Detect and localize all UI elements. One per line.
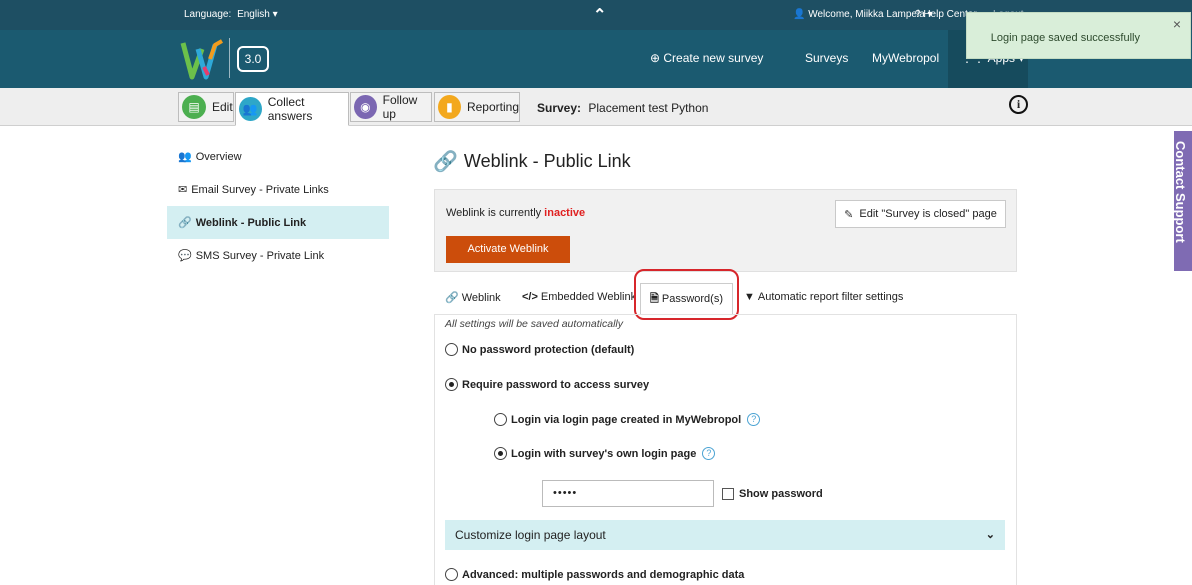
advanced-radio[interactable] xyxy=(445,568,458,581)
advanced-label: Advanced: multiple passwords and demogra… xyxy=(462,568,745,581)
survey-label: Survey: xyxy=(537,101,582,115)
contact-support-label: Contact Support xyxy=(1174,141,1188,243)
collapse-header-icon[interactable]: ⌃ xyxy=(593,5,606,25)
survey-name-display: Survey: Placement test Python xyxy=(537,101,708,115)
sidebar-item-email-survey[interactable]: ✉ Email Survey - Private Links xyxy=(167,173,389,206)
toast-close-icon[interactable]: × xyxy=(1173,16,1181,32)
password-input[interactable]: ••••• xyxy=(542,480,714,507)
login-own-page-label: Login with survey's own login page xyxy=(511,447,697,460)
tab-auto-label: Automatic report filter settings xyxy=(757,291,904,303)
version-badge: 3.0 xyxy=(237,46,269,72)
login-mywebropol-radio[interactable] xyxy=(494,413,507,426)
weblink-status-box: Weblink is currently inactive Activate We… xyxy=(434,189,1017,272)
collect-answers-icon: 👥 xyxy=(239,97,262,121)
edit-closed-page-button[interactable]: ✎ Edit "Survey is closed" page xyxy=(835,200,1006,228)
toast-message: Login page saved successfully xyxy=(990,32,1140,44)
chevron-down-icon: ⌄ xyxy=(985,529,995,541)
webropol-logo-icon[interactable] xyxy=(180,37,226,81)
users-icon: 👥 xyxy=(178,151,192,163)
page-title: 🔗 Weblink - Public Link xyxy=(433,149,631,174)
customize-label: Customize login page layout xyxy=(455,528,606,542)
sidebar-item-label: Overview xyxy=(195,150,242,163)
login-own-page-option[interactable]: Login with survey's own login page ? xyxy=(494,447,716,460)
contact-support-tab[interactable]: Contact Support xyxy=(1174,131,1192,271)
sidebar-item-sms-survey[interactable]: 💬 SMS Survey - Private Link xyxy=(167,239,389,272)
sidebar-item-label: Email Survey - Private Links xyxy=(191,183,329,196)
help-icon[interactable]: ? xyxy=(702,447,716,460)
reporting-tab-label: Reporting xyxy=(466,100,519,114)
edit-icon: ▤ xyxy=(182,95,206,119)
show-password-toggle[interactable]: Show password xyxy=(722,488,823,500)
bar-chart-icon: ▮ xyxy=(438,95,461,119)
edit-closed-page-label: Edit "Survey is closed" page xyxy=(859,208,997,220)
show-password-label: Show password xyxy=(739,488,823,500)
login-mywebropol-label: Login via login page created in MyWebrop… xyxy=(511,413,742,426)
autosave-note: All settings will be saved automatically xyxy=(445,318,623,330)
login-own-page-radio[interactable] xyxy=(494,447,507,460)
chat-bubble-icon: 💬 xyxy=(178,250,192,262)
mywebropol-link[interactable]: MyWebropol xyxy=(872,51,939,65)
reporting-tab[interactable]: ▮ Reporting xyxy=(434,92,520,122)
envelope-icon: ✉ xyxy=(178,184,188,196)
highlight-annotation xyxy=(634,269,739,320)
eye-icon: ◉ xyxy=(354,95,377,119)
require-password-label: Require password to access survey xyxy=(462,378,650,391)
no-password-label: No password protection (default) xyxy=(462,343,635,356)
create-new-survey-link[interactable]: ⊕ Create new survey xyxy=(650,51,763,65)
collect-answers-tab-label: Collect answers xyxy=(267,95,313,123)
collect-answers-tab[interactable]: 👥 Collect answers xyxy=(235,92,349,126)
no-password-radio[interactable] xyxy=(445,343,458,356)
filter-icon: ▼ xyxy=(744,291,755,303)
page-title-text: Weblink - Public Link xyxy=(463,151,631,171)
tab-embedded-label: Embedded Weblink xyxy=(540,291,637,303)
require-password-radio[interactable] xyxy=(445,378,458,391)
status-text: Weblink is currently xyxy=(446,207,542,219)
sidebar-item-overview[interactable]: 👥 Overview xyxy=(167,140,389,173)
follow-up-tab[interactable]: ◉ Follow up xyxy=(350,92,432,122)
tab-weblink-label: Weblink xyxy=(461,291,501,304)
follow-up-tab-label: Follow up xyxy=(382,93,418,121)
info-icon[interactable]: i xyxy=(1009,95,1028,114)
edit-tab-label: Edit xyxy=(212,100,233,114)
edit-tab[interactable]: ▤ Edit xyxy=(178,92,234,122)
link-icon: 🔗 xyxy=(433,151,458,173)
help-icon[interactable]: ? xyxy=(747,413,761,426)
link-icon: 🔗 xyxy=(178,217,192,229)
tab-weblink[interactable]: 🔗 Weblink xyxy=(445,291,501,305)
code-icon: </> xyxy=(522,291,538,303)
success-toast: Login page saved successfully × xyxy=(966,12,1191,59)
link-icon: 🔗 xyxy=(445,292,459,304)
survey-name: Placement test Python xyxy=(588,101,709,115)
status-value: inactive xyxy=(544,207,586,219)
collect-sidebar: 👥 Overview ✉ Email Survey - Private Link… xyxy=(167,140,389,272)
no-password-option[interactable]: No password protection (default) xyxy=(445,343,634,356)
sidebar-item-label: SMS Survey - Private Link xyxy=(195,249,325,262)
survey-toolbar: ▤ Edit 👥 Collect answers ◉ Follow up ▮ R… xyxy=(0,88,1192,126)
activate-weblink-button[interactable]: Activate Weblink xyxy=(446,236,570,263)
language-selector[interactable]: Language: English ▾ xyxy=(184,9,278,20)
advanced-option[interactable]: Advanced: multiple passwords and demogra… xyxy=(445,568,744,581)
login-mywebropol-option[interactable]: Login via login page created in MyWebrop… xyxy=(494,413,761,426)
user-menu[interactable]: 👤 Welcome, Miikka Lampela ▾ xyxy=(793,9,933,20)
pencil-icon: ✎ xyxy=(844,208,854,221)
weblink-status: Weblink is currently inactive xyxy=(446,207,585,219)
logo-divider xyxy=(229,38,230,78)
sidebar-item-label: Weblink - Public Link xyxy=(195,216,307,229)
require-password-option[interactable]: Require password to access survey xyxy=(445,378,649,391)
surveys-link[interactable]: Surveys xyxy=(805,51,848,65)
language-label: Language: xyxy=(184,9,232,20)
language-value[interactable]: English ▾ xyxy=(237,9,278,20)
customize-login-page-accordion[interactable]: Customize login page layout ⌄ xyxy=(445,520,1005,550)
tab-automatic-report-filter[interactable]: ▼ Automatic report filter settings xyxy=(744,291,903,303)
sidebar-item-weblink[interactable]: 🔗 Weblink - Public Link xyxy=(167,206,389,239)
tab-embedded-weblink[interactable]: </> Embedded Weblink xyxy=(522,291,636,303)
show-password-checkbox[interactable] xyxy=(722,488,734,500)
